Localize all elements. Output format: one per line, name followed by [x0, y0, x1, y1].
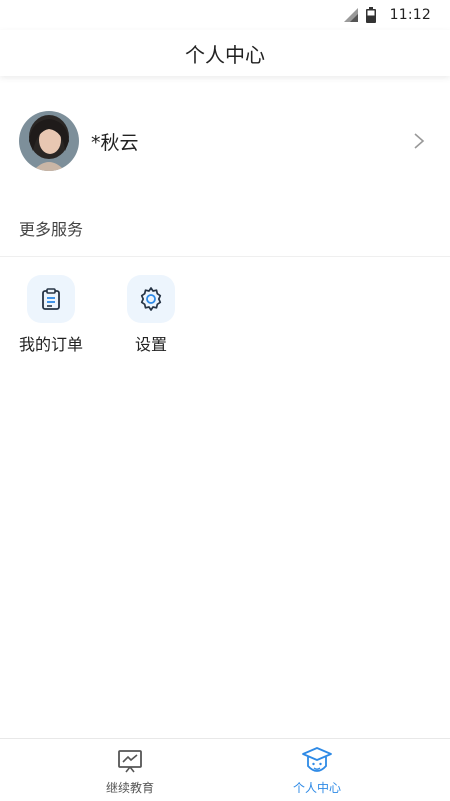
section-title-more-services: 更多服务 — [19, 220, 84, 239]
tab-label: 继续教育 — [105, 781, 154, 795]
tab-label: 个人中心 — [292, 781, 341, 795]
avatar[interactable] — [19, 111, 79, 171]
service-icon-box — [27, 275, 75, 323]
clipboard-icon — [42, 288, 60, 310]
signal-icon — [343, 8, 358, 22]
profile-row[interactable]: *秋云 — [0, 96, 450, 186]
gear-icon — [140, 287, 162, 311]
chart-board-icon — [118, 750, 142, 773]
chevron-right-icon[interactable] — [412, 131, 426, 151]
graduation-cap-icon — [302, 747, 332, 772]
service-label: 设置 — [134, 335, 167, 354]
tab-continuing-education[interactable]: 继续教育 — [70, 739, 190, 801]
services-grid: 我的订单 设置 — [0, 275, 450, 365]
bottom-tab-bar: 继续教育 个人中心 — [0, 738, 450, 801]
battery-icon — [365, 7, 376, 23]
service-label: 我的订单 — [18, 335, 83, 354]
status-time: 11:12 — [389, 7, 431, 23]
page-title: 个人中心 — [185, 42, 265, 67]
service-my-orders[interactable]: 我的订单 — [11, 275, 91, 355]
status-bar: 11:12 — [0, 0, 450, 30]
divider — [0, 256, 450, 257]
page-header: 个人中心 — [0, 30, 450, 76]
service-settings[interactable]: 设置 — [111, 275, 191, 355]
service-icon-box — [127, 275, 175, 323]
tab-personal-center[interactable]: 个人中心 — [257, 739, 377, 801]
profile-name: *秋云 — [91, 131, 139, 154]
